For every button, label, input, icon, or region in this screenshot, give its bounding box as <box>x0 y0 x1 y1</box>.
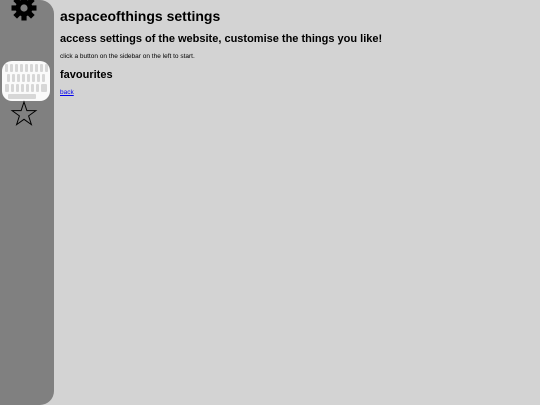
page-subtitle: access settings of the website, customis… <box>60 33 383 45</box>
star-icon[interactable] <box>10 100 38 128</box>
keyboard-icon-graphic <box>5 64 48 99</box>
back-link[interactable]: back <box>60 89 74 96</box>
settings-page: aspaceofthings settings access settings … <box>0 0 540 405</box>
section-title-favourites: favourites <box>60 69 113 81</box>
instruction-text: click a button on the sidebar on the lef… <box>60 53 195 60</box>
gear-icon[interactable] <box>10 0 38 22</box>
gear-icon-graphic <box>11 0 37 21</box>
sidebar <box>0 0 54 405</box>
keyboard-icon[interactable] <box>2 61 50 101</box>
page-title: aspaceofthings settings <box>60 8 221 24</box>
star-icon-graphic <box>10 100 38 126</box>
